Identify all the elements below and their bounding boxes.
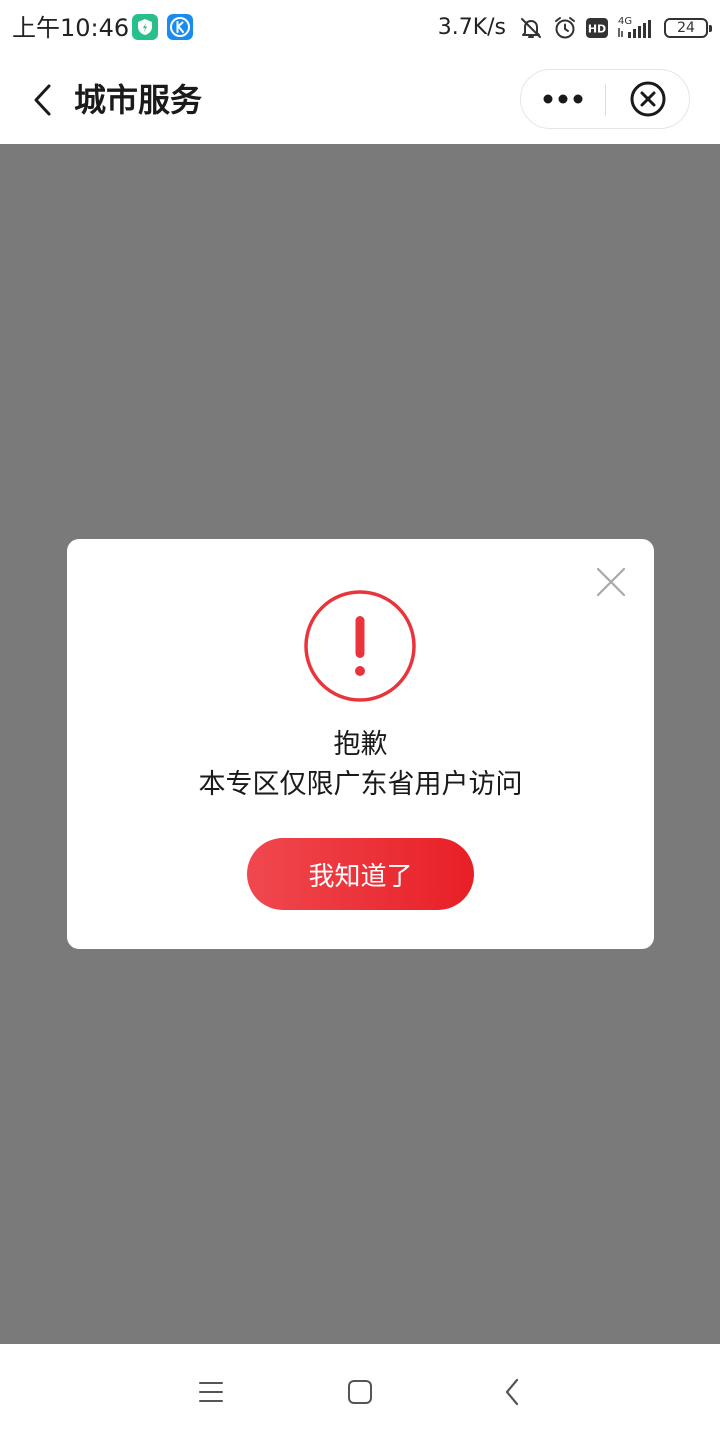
close-x-icon: [596, 567, 626, 597]
battery-icon: 24: [664, 18, 712, 38]
signal-icon: 4G: [616, 15, 656, 41]
back-chevron-icon: [505, 1378, 519, 1406]
page-title: 城市服务: [74, 81, 203, 119]
system-back-button[interactable]: [490, 1370, 534, 1414]
menu-capsule: [520, 69, 690, 129]
back-button[interactable]: [22, 76, 62, 124]
home-square-icon: [348, 1380, 372, 1404]
capsule-divider: [605, 84, 606, 116]
system-nav-bar: [0, 1344, 720, 1440]
dialog-title: 抱歉: [333, 729, 388, 760]
menu-lines-icon: [199, 1382, 223, 1402]
warning-exclamation-icon: [303, 589, 417, 703]
mute-bell-icon: [518, 15, 544, 41]
more-button[interactable]: [521, 70, 605, 128]
k-app-icon: [167, 14, 193, 40]
status-bar: 上午10:46 3.7K/s HD 4G 24: [0, 0, 720, 56]
status-right-group: 3.7K/s HD 4G 24: [437, 12, 712, 44]
screen: 上午10:46 3.7K/s HD 4G 24 城市服务 抱歉 本专区仅限广东省…: [0, 0, 720, 1440]
shield-app-icon: [132, 14, 158, 40]
back-arrow-icon: [34, 84, 51, 116]
alarm-icon: [552, 15, 578, 41]
status-time: 上午10:46: [12, 14, 130, 42]
network-speed: 3.7K/s: [437, 15, 506, 40]
hd-icon: HD: [586, 17, 608, 39]
recent-apps-button[interactable]: [189, 1370, 233, 1414]
alert-dialog: 抱歉 本专区仅限广东省用户访问 我知道了: [67, 539, 654, 949]
close-circle-icon: [630, 81, 666, 117]
dialog-close-button[interactable]: [594, 565, 628, 599]
more-dots-icon: [543, 94, 583, 104]
hd-label: HD: [588, 23, 606, 36]
dialog-message: 本专区仅限广东省用户访问: [198, 769, 523, 800]
home-button[interactable]: [338, 1370, 382, 1414]
nav-bar: 城市服务: [0, 56, 720, 144]
network-type: 4G: [618, 16, 632, 27]
confirm-button[interactable]: 我知道了: [247, 838, 474, 910]
battery-level: 24: [677, 20, 695, 36]
close-miniprogram-button[interactable]: [607, 70, 689, 128]
